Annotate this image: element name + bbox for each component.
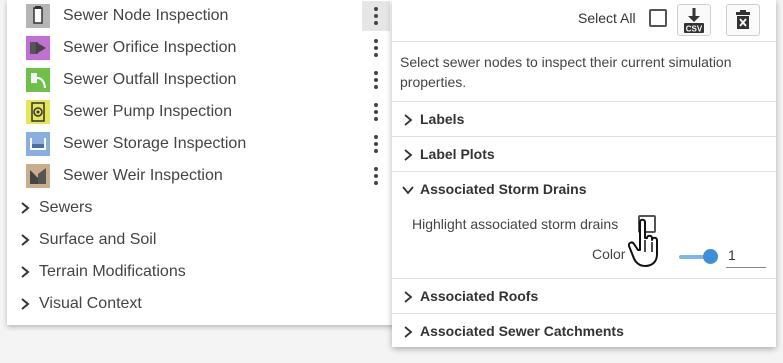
- sewer-weir-icon: [26, 164, 50, 188]
- more-options-button[interactable]: [362, 33, 390, 63]
- more-options-button[interactable]: [362, 65, 390, 95]
- section-label: Label Plots: [420, 146, 495, 162]
- sewer-orifice-icon: [26, 36, 50, 60]
- clear-selection-button[interactable]: [726, 4, 760, 36]
- hand-cursor-icon: [628, 218, 658, 267]
- highlight-storm-drains-label: Highlight associated storm drains: [412, 216, 619, 232]
- list-item-sewer-pump-inspection[interactable]: Sewer Pump Inspection: [7, 96, 395, 128]
- chevron-right-icon: [21, 202, 30, 214]
- chevron-right-icon: [404, 291, 413, 303]
- more-options-button[interactable]: [362, 97, 390, 127]
- tree-item-label: Visual Context: [39, 295, 142, 312]
- section-associated-roofs[interactable]: Associated Roofs: [392, 278, 776, 313]
- list-item-sewer-orifice-inspection[interactable]: Sewer Orifice Inspection: [7, 32, 395, 64]
- section-label: Associated Roofs: [420, 288, 539, 304]
- section-label: Labels: [420, 111, 465, 127]
- more-options-button[interactable]: [362, 129, 390, 159]
- inspection-label: Sewer Pump Inspection: [63, 103, 232, 120]
- list-item-sewer-weir-inspection[interactable]: Sewer Weir Inspection: [7, 160, 395, 192]
- select-all-label: Select All: [578, 10, 636, 26]
- section-labels[interactable]: Labels: [392, 101, 776, 136]
- inspection-label: Sewer Node Inspection: [63, 7, 229, 24]
- inspection-label: Sewer Orifice Inspection: [63, 39, 237, 56]
- section-label: Associated Storm Drains: [420, 181, 587, 197]
- sewer-node-icon: [26, 4, 50, 28]
- more-options-button[interactable]: [362, 161, 390, 191]
- tree-item-surface-and-soil[interactable]: Surface and Soil: [7, 224, 395, 256]
- chevron-right-icon: [404, 326, 413, 338]
- color-label: Color: [592, 246, 626, 262]
- inspection-list-panel: Sewer Node Inspection Sewer Orifice Insp…: [7, 0, 395, 325]
- section-label: Associated Sewer Catchments: [420, 323, 624, 339]
- panel-description: Select sewer nodes to inspect their curr…: [400, 54, 732, 90]
- section-associated-sewer-catchments[interactable]: Associated Sewer Catchments: [392, 313, 776, 348]
- download-csv-icon: CSV: [684, 8, 704, 34]
- panel-header: Select All CSV: [392, 0, 776, 42]
- csv-label: CSV: [686, 25, 703, 34]
- tree-item-terrain-modifications[interactable]: Terrain Modifications: [7, 256, 395, 288]
- tree-item-label: Surface and Soil: [39, 231, 157, 248]
- tree-item-label: Terrain Modifications: [39, 263, 186, 280]
- tree-item-label: Sewers: [39, 199, 93, 216]
- chevron-right-icon: [404, 114, 413, 126]
- inspection-label: Sewer Storage Inspection: [63, 135, 247, 152]
- chevron-right-icon: [404, 149, 413, 161]
- chevron-right-icon: [21, 298, 30, 310]
- download-csv-button[interactable]: CSV: [677, 4, 711, 36]
- list-item-sewer-storage-inspection[interactable]: Sewer Storage Inspection: [7, 128, 395, 160]
- tree-item-visual-context[interactable]: Visual Context: [7, 288, 395, 320]
- inspection-label: Sewer Outfall Inspection: [63, 71, 237, 88]
- sewer-outfall-icon: [26, 68, 50, 92]
- sewer-pump-icon: [26, 100, 50, 124]
- color-value-input[interactable]: 1: [726, 244, 766, 268]
- section-label-plots[interactable]: Label Plots: [392, 136, 776, 171]
- select-all-checkbox[interactable]: [649, 9, 667, 27]
- sewer-storage-icon: [26, 132, 50, 156]
- chevron-right-icon: [21, 234, 30, 246]
- chevron-right-icon: [21, 266, 30, 278]
- chevron-down-icon: [402, 186, 414, 195]
- section-associated-storm-drains[interactable]: Associated Storm Drains: [392, 171, 776, 206]
- inspection-detail-panel: Select All CSV Select sewer nodes to ins…: [392, 0, 776, 347]
- more-options-button[interactable]: [362, 1, 390, 31]
- inspection-label: Sewer Weir Inspection: [63, 167, 223, 184]
- list-item-sewer-node-inspection[interactable]: Sewer Node Inspection: [7, 0, 395, 32]
- tree-item-sewers[interactable]: Sewers: [7, 192, 395, 224]
- list-item-sewer-outfall-inspection[interactable]: Sewer Outfall Inspection: [7, 64, 395, 96]
- color-slider-thumb[interactable]: [703, 249, 718, 264]
- trash-icon: [736, 10, 750, 29]
